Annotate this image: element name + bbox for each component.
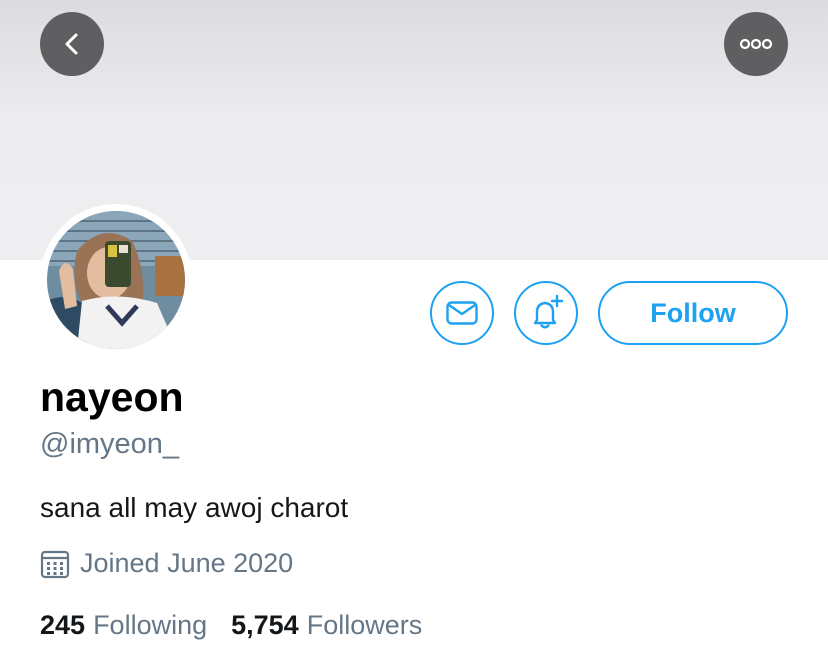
avatar[interactable] [40, 204, 192, 356]
more-options-button[interactable] [724, 12, 788, 76]
following-label: Following [93, 610, 208, 640]
notifications-button[interactable] [514, 281, 578, 345]
joined-date: Joined June 2020 [40, 548, 293, 579]
following-count: 245 [40, 610, 86, 640]
follow-stats: 245 Following 5,754 Followers [40, 610, 422, 641]
ellipsis-icon [739, 38, 773, 50]
followers-link[interactable]: 5,754 Followers [231, 610, 422, 641]
joined-text: Joined June 2020 [80, 548, 294, 578]
calendar-icon [40, 550, 70, 578]
avatar-photo [47, 211, 185, 349]
following-link[interactable]: 245 Following [40, 610, 207, 641]
followers-count: 5,754 [231, 610, 299, 640]
envelope-icon [446, 301, 478, 325]
profile-bio: sana all may awoj charot [40, 492, 349, 523]
bell-plus-icon [533, 294, 564, 329]
chevron-left-icon [65, 33, 78, 55]
message-button[interactable] [430, 281, 494, 345]
display-name: nayeon [40, 374, 184, 420]
followers-label: Followers [306, 610, 423, 640]
user-handle: @imyeon_ [40, 428, 180, 460]
back-button[interactable] [40, 12, 104, 76]
follow-button[interactable]: Follow [598, 281, 788, 345]
